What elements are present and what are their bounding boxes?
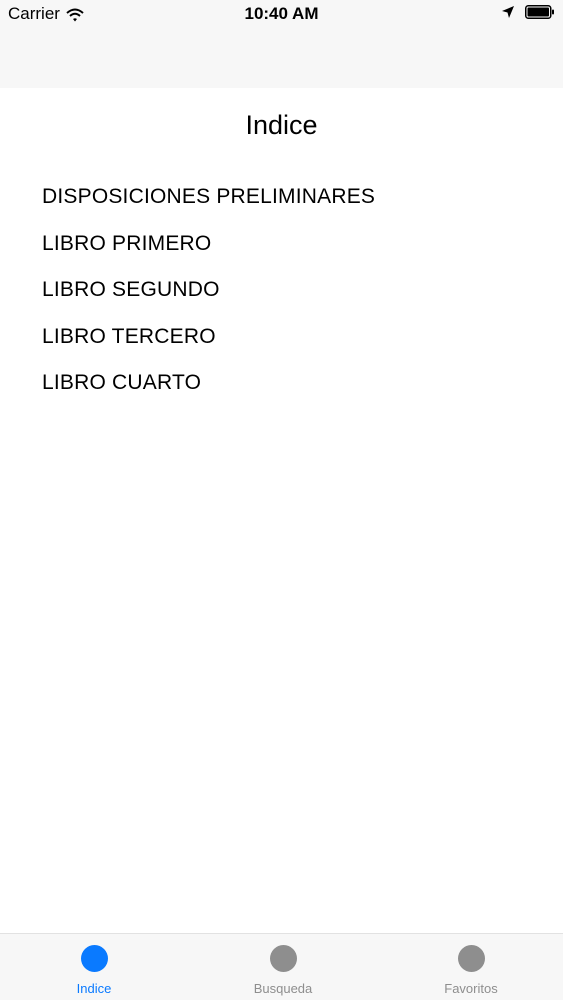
tab-circle-icon xyxy=(269,945,297,972)
index-item-libro-segundo[interactable]: LIBRO SEGUNDO xyxy=(42,273,375,320)
status-bar: Carrier 10:40 AM xyxy=(0,0,563,28)
index-list: DISPOSICIONES PRELIMINARES LIBRO PRIMERO… xyxy=(42,180,375,413)
tab-favoritos[interactable]: Favoritos xyxy=(416,934,526,1000)
index-item-libro-cuarto[interactable]: LIBRO CUARTO xyxy=(42,366,375,413)
index-item-libro-primero[interactable]: LIBRO PRIMERO xyxy=(42,227,375,274)
tab-circle-icon xyxy=(80,945,108,972)
navigation-bar: Carrier 10:40 AM xyxy=(0,0,563,88)
tab-bar: Indice Busqueda Favoritos xyxy=(0,933,563,1000)
tab-busqueda[interactable]: Busqueda xyxy=(228,934,338,1000)
battery-icon xyxy=(525,5,555,19)
index-item-libro-tercero[interactable]: LIBRO TERCERO xyxy=(42,320,375,367)
location-arrow-icon xyxy=(501,5,515,19)
app-screen: Carrier 10:40 AM Indice DISPOSICIONES PR… xyxy=(0,0,563,1000)
status-right-icons xyxy=(501,5,555,19)
tab-label-indice: Indice xyxy=(76,981,112,996)
index-item-disposiciones-preliminares[interactable]: DISPOSICIONES PRELIMINARES xyxy=(42,180,375,227)
tab-indice[interactable]: Indice xyxy=(39,934,149,1000)
tab-label-busqueda: Busqueda xyxy=(253,981,313,996)
tab-circle-icon xyxy=(457,945,485,972)
page-title: Indice xyxy=(245,110,318,140)
main-content: Indice DISPOSICIONES PRELIMINARES LIBRO … xyxy=(0,88,563,933)
status-time: 10:40 AM xyxy=(244,4,319,23)
tab-label-favoritos: Favoritos xyxy=(444,981,498,996)
